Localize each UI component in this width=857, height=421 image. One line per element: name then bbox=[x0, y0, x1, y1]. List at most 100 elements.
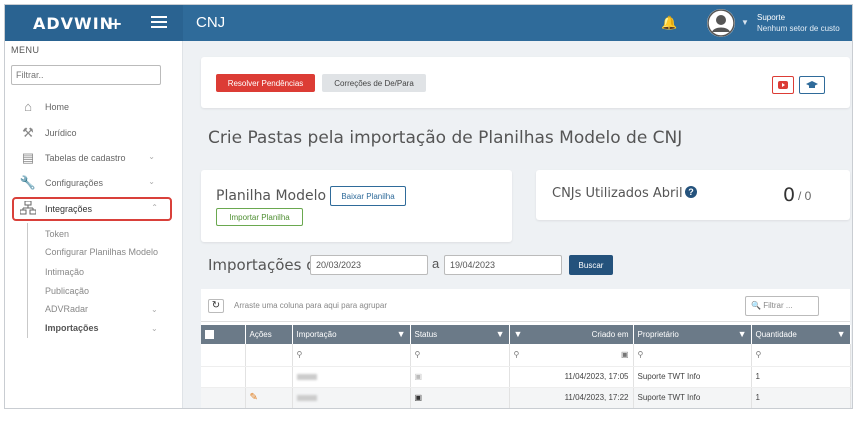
filter-cell-quantidade[interactable]: ⚲ bbox=[751, 344, 851, 367]
group-hint: Arraste uma coluna para aqui para agrupa… bbox=[234, 301, 387, 310]
select-all-checkbox[interactable] bbox=[201, 325, 246, 344]
help-icon[interactable]: ? bbox=[685, 186, 697, 198]
column-header-proprietario[interactable]: Proprietário ▼ bbox=[633, 325, 752, 344]
filter-cell-criado-em[interactable]: ⚲ ▣ bbox=[509, 344, 634, 367]
actions-card: Resolver Pendências Correções de De/Para bbox=[201, 57, 850, 108]
sidebar-item-integracoes[interactable]: Integrações ⌃ bbox=[12, 197, 172, 221]
column-header-status[interactable]: Status ▼ bbox=[410, 325, 510, 344]
grid-table: Ações Importação ▼ Status ▼ ▼ Criado em Pro… bbox=[201, 325, 851, 408]
created-cell: 11/04/2023, 17:05 bbox=[509, 366, 634, 388]
status-icon: ▣ bbox=[414, 393, 423, 402]
subitem-advradar[interactable]: ADVRadar bbox=[45, 304, 88, 314]
gavel-icon: ⚒ bbox=[22, 125, 34, 140]
column-header-quantidade[interactable]: Quantidade ▼ bbox=[751, 325, 851, 344]
sidebar-item-juridico[interactable]: ⚒ Jurídico bbox=[19, 123, 169, 143]
sidebar-item-home[interactable]: ⌂ Home bbox=[19, 97, 169, 117]
search-button[interactable]: Buscar bbox=[569, 255, 613, 275]
graduation-cap-icon[interactable] bbox=[799, 76, 825, 94]
section-title: Crie Pastas pela importação de Planilhas… bbox=[208, 128, 683, 148]
filter-cell-importacao[interactable]: ⚲ bbox=[292, 344, 411, 367]
date-to-input[interactable]: 19/04/2023 bbox=[444, 255, 562, 275]
subitem-publicacao[interactable]: Publicação bbox=[45, 286, 89, 296]
import-sheet-button[interactable]: Importar Planilha bbox=[216, 208, 303, 226]
filter-icon[interactable]: ▼ bbox=[496, 329, 505, 339]
cnj-usage-card: CNJs Utilizados Abril ? 0 / 0 bbox=[536, 170, 850, 220]
grid-filter-row: ⚲ ⚲ ⚲ ▣ ⚲ ⚲ bbox=[201, 344, 851, 367]
table-row[interactable]: ▣ 11/04/2023, 17:05 Suporte TWT Info 1 bbox=[201, 366, 851, 388]
grid-filter-input[interactable]: 🔍 Filtrar ... bbox=[745, 296, 819, 316]
sidebar-item-label: Integrações bbox=[45, 204, 93, 214]
blurred-text bbox=[296, 394, 317, 401]
owner-cell: Suporte TWT Info bbox=[633, 366, 752, 388]
chevron-down-icon: ⌄ bbox=[148, 152, 155, 161]
status-cell: ▣ bbox=[410, 387, 510, 408]
chevron-down-icon: ⌄ bbox=[151, 324, 158, 333]
model-sheet-card: Planilha Modelo Baixar Planilha Importar… bbox=[201, 170, 512, 242]
download-sheet-button[interactable]: Baixar Planilha bbox=[330, 186, 406, 206]
logo-area: ADVWIN + bbox=[5, 5, 183, 41]
sidebar: MENU ⌂ Home ⚒ Jurídico ▤ Tabelas de cada… bbox=[5, 41, 183, 408]
sidebar-item-label: Configurações bbox=[45, 178, 104, 188]
subitem-configurar-planilhas[interactable]: Configurar Planilhas Modelo bbox=[45, 247, 158, 257]
search-icon: ⚲ bbox=[296, 350, 303, 360]
submenu-line bbox=[27, 223, 28, 338]
grid-filter-placeholder: Filtrar ... bbox=[763, 301, 793, 310]
column-header-label: Criado em bbox=[591, 330, 629, 339]
date-from-input[interactable]: 20/03/2023 bbox=[310, 255, 428, 275]
cnj-usage-title: CNJs Utilizados Abril bbox=[552, 186, 683, 201]
sidebar-item-label: Tabelas de cadastro bbox=[45, 153, 126, 163]
calendar-icon[interactable]: ▣ bbox=[621, 350, 629, 359]
sidebar-filter-input[interactable] bbox=[11, 65, 161, 85]
cnj-used-count: 0 bbox=[783, 184, 796, 206]
column-header-criado-em[interactable]: ▼ Criado em bbox=[509, 325, 634, 344]
filter-icon[interactable]: ▼ bbox=[514, 329, 523, 339]
column-header-label: Quantidade bbox=[755, 330, 797, 339]
imports-grid: ↻ Arraste uma coluna para aqui para agru… bbox=[201, 289, 851, 408]
edit-icon[interactable]: ✎ bbox=[250, 392, 258, 403]
bell-icon[interactable]: 🔔 bbox=[661, 15, 677, 31]
sitemap-icon bbox=[19, 200, 37, 217]
grid-header-row: Ações Importação ▼ Status ▼ ▼ Criado em Pro… bbox=[201, 325, 851, 344]
menu-label: MENU bbox=[11, 45, 40, 55]
refresh-icon[interactable]: ↻ bbox=[208, 299, 224, 313]
search-icon: ⚲ bbox=[414, 350, 421, 360]
youtube-icon[interactable] bbox=[772, 76, 794, 94]
search-icon: ⚲ bbox=[637, 350, 644, 360]
sidebar-item-configuracoes[interactable]: 🔧 Configurações ⌄ bbox=[19, 173, 169, 193]
model-sheet-title: Planilha Modelo bbox=[216, 188, 327, 204]
app-window: ADVWIN + CNJ 🔔 ▼ Suporte Nenhum setor de… bbox=[4, 4, 853, 409]
table-icon: ▤ bbox=[21, 150, 35, 165]
filter-cell-status[interactable]: ⚲ bbox=[410, 344, 510, 367]
subitem-intimacao[interactable]: Intimação bbox=[45, 267, 84, 277]
subitem-token[interactable]: Token bbox=[45, 229, 69, 239]
corrections-button[interactable]: Correções de De/Para bbox=[322, 74, 426, 92]
column-header-label: Status bbox=[414, 330, 438, 339]
chevron-down-icon: ⌄ bbox=[151, 305, 158, 314]
search-icon: ⚲ bbox=[755, 350, 762, 360]
filter-icon[interactable]: ▼ bbox=[837, 329, 846, 339]
status-icon: ▣ bbox=[414, 372, 423, 381]
imports-label: Importações de bbox=[208, 256, 325, 274]
hamburger-icon[interactable] bbox=[151, 16, 167, 28]
table-row[interactable]: ✎ ▣ 11/04/2023, 17:22 Suporte TWT Info 1 bbox=[201, 387, 851, 408]
logo-plus-icon: + bbox=[109, 14, 124, 33]
chevron-down-icon[interactable]: ▼ bbox=[741, 18, 749, 27]
filter-icon[interactable]: ▼ bbox=[397, 329, 406, 339]
sidebar-item-tabelas[interactable]: ▤ Tabelas de cadastro ⌄ bbox=[19, 148, 169, 168]
resolve-pending-button[interactable]: Resolver Pendências bbox=[216, 74, 315, 92]
owner-cell: Suporte TWT Info bbox=[633, 387, 752, 408]
grid-toolbar: ↻ Arraste uma coluna para aqui para agru… bbox=[201, 289, 850, 322]
sidebar-item-label: Home bbox=[45, 102, 70, 112]
column-header-importacao[interactable]: Importação ▼ bbox=[292, 325, 411, 344]
filter-cell-proprietario[interactable]: ⚲ bbox=[633, 344, 752, 367]
avatar[interactable] bbox=[707, 9, 735, 37]
chevron-down-icon: ⌄ bbox=[148, 177, 155, 186]
filter-icon[interactable]: ▼ bbox=[738, 329, 747, 339]
column-header-acoes[interactable]: Ações bbox=[245, 325, 293, 344]
user-sector: Nenhum setor de custo bbox=[757, 24, 840, 33]
search-icon: ⚲ bbox=[513, 350, 520, 360]
quantity-cell: 1 bbox=[751, 387, 851, 408]
subitem-importacoes[interactable]: Importações bbox=[45, 323, 99, 333]
user-name[interactable]: Suporte bbox=[757, 13, 785, 22]
logo: ADVWIN bbox=[33, 14, 115, 33]
